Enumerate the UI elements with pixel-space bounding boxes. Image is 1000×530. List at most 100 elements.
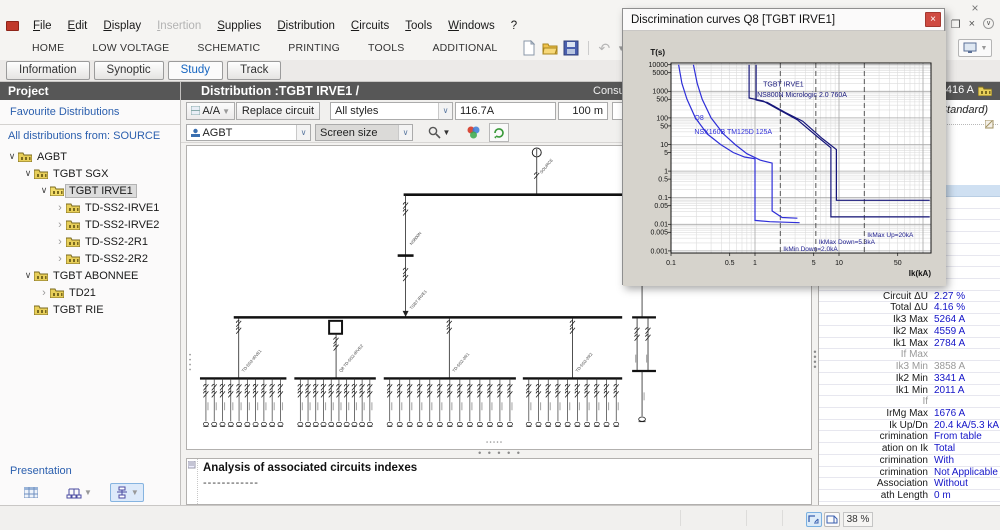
property-row[interactable]: Association Without: [819, 478, 1000, 490]
doc-restore-icon[interactable]: ❐: [951, 18, 961, 31]
refresh-button[interactable]: [489, 123, 509, 142]
tree-item-agbt[interactable]: ∨ AGBT: [0, 148, 180, 165]
svg-text:TD-SS2-2R1: TD-SS2-2R1: [451, 351, 471, 373]
collapse-icon[interactable]: ›: [54, 253, 66, 265]
property-row[interactable]: Ik2 Min 3341 A: [819, 373, 1000, 385]
fit-width-button[interactable]: [824, 512, 840, 527]
tree-item-td-ss2-irve2[interactable]: › TD-SS2-IRVE2: [0, 216, 180, 233]
tree-item-td21[interactable]: › TD21: [0, 284, 180, 301]
property-row[interactable]: Total ΔU 4.16 %: [819, 302, 1000, 315]
sidebar-title: Project: [0, 82, 180, 100]
menu-windows[interactable]: Windows: [440, 20, 503, 32]
property-row[interactable]: ation on Ik Total: [819, 443, 1000, 455]
tree-layout-button[interactable]: ▼: [66, 486, 92, 499]
tab-synoptic[interactable]: Synoptic: [93, 61, 164, 80]
tree-item-label: TD-SS2-2R2: [85, 252, 148, 265]
property-row[interactable]: crimination With: [819, 455, 1000, 467]
collapse-icon[interactable]: ›: [54, 202, 66, 214]
svg-text:10000: 10000: [649, 62, 669, 69]
menu-edit[interactable]: Edit: [60, 20, 96, 32]
tree-item-label: AGBT: [37, 150, 67, 163]
svg-text:IkMax Down=5.3kA: IkMax Down=5.3kA: [819, 239, 876, 246]
menu-file[interactable]: File: [25, 20, 60, 32]
property-row[interactable]: crimination Not Applicable: [819, 467, 1000, 479]
property-row[interactable]: Ik Up/Dn 20.4 kA/5.3 kA: [819, 420, 1000, 432]
folder-icon: [34, 168, 48, 179]
property-row[interactable]: Ik1 Min 2011 A: [819, 385, 1000, 397]
favourite-distributions-link[interactable]: Favourite Distributions: [0, 100, 180, 122]
menu-insertion[interactable]: Insertion: [149, 20, 209, 32]
property-value: 4559 A: [934, 325, 966, 337]
property-row[interactable]: If Max: [819, 349, 1000, 362]
ribbon-tab-home[interactable]: HOME: [18, 42, 78, 54]
property-row[interactable]: Ik2 Max 4559 A: [819, 326, 1000, 338]
horizontal-splitter[interactable]: • • • • •: [455, 449, 545, 458]
ribbon-tab-schematic[interactable]: SCHEMATIC: [183, 42, 274, 54]
menu-circuits[interactable]: Circuits: [343, 20, 397, 32]
doc-close-icon[interactable]: ×: [969, 18, 975, 31]
fit-page-button[interactable]: [806, 512, 822, 527]
collapse-icon[interactable]: ›: [54, 236, 66, 248]
tree-item-td-ss2-2r2[interactable]: › TD-SS2-2R2: [0, 250, 180, 267]
new-document-icon[interactable]: [521, 39, 537, 56]
menu-tools[interactable]: Tools: [397, 20, 440, 32]
tree-item-tgbt-abonnee[interactable]: ∨ TGBT ABONNEE: [0, 267, 180, 284]
expand-icon[interactable]: ∨: [22, 168, 34, 179]
window-close-icon[interactable]: ×: [966, 2, 984, 15]
menu-display[interactable]: Display: [95, 20, 149, 32]
property-row[interactable]: IrMg Max 1676 A: [819, 408, 1000, 420]
replace-circuit-button[interactable]: Replace circuit: [236, 102, 320, 120]
distribution-select[interactable]: AGBT ∨: [186, 124, 311, 141]
ribbon-tab-tools[interactable]: TOOLS: [354, 42, 418, 54]
aa-display-button[interactable]: A/A ▼: [186, 102, 235, 120]
tree-item-label: TGBT ABONNEE: [53, 269, 139, 282]
dialog-title-bar[interactable]: Discrimination curves Q8 [TGBT IRVE1] ×: [623, 9, 944, 31]
properties-corner-icon[interactable]: [984, 119, 994, 132]
tree-item-tgbt-irve1[interactable]: ∨ TGBT IRVE1: [0, 182, 180, 199]
undo-icon[interactable]: ↶: [598, 40, 610, 57]
table-view-button[interactable]: [24, 486, 38, 498]
ribbon-options-icon[interactable]: ∨: [983, 18, 994, 29]
property-row[interactable]: If: [819, 396, 1000, 408]
property-row[interactable]: ath Length 0 m: [819, 490, 1000, 502]
expand-icon[interactable]: ∨: [6, 151, 18, 162]
ribbon-tab-printing[interactable]: PRINTING: [274, 42, 354, 54]
menu-?[interactable]: ?: [503, 20, 525, 32]
tree-item-td-ss2-irve1[interactable]: › TD-SS2-IRVE1: [0, 199, 180, 216]
length-field[interactable]: 100 m: [558, 102, 608, 120]
expand-icon[interactable]: ∨: [22, 270, 34, 281]
property-row[interactable]: Ik3 Min 3858 A: [819, 361, 1000, 373]
tree-item-td-ss2-2r1[interactable]: › TD-SS2-2R1: [0, 233, 180, 250]
color-styles-button[interactable]: [462, 123, 484, 142]
property-label: Ik2 Max: [892, 325, 928, 337]
distributions-scope-link[interactable]: All distributions from: SOURCE: [0, 127, 180, 146]
save-icon[interactable]: [563, 40, 579, 56]
tree-item-tgbt-rie[interactable]: TGBT RIE: [0, 301, 180, 318]
schematic-layout-button[interactable]: ▼: [109, 482, 144, 502]
zoom-tool-button[interactable]: ▼: [424, 124, 454, 141]
property-row[interactable]: Ik1 Max 2784 A: [819, 338, 1000, 350]
tab-study[interactable]: Study: [167, 61, 224, 80]
display-mode-button[interactable]: ▼: [958, 39, 992, 57]
screen-size-select[interactable]: Screen size ∨: [315, 124, 413, 141]
open-folder-icon[interactable]: [542, 40, 559, 56]
tree-item-tgbt-sgx[interactable]: ∨ TGBT SGX: [0, 165, 180, 182]
current-field[interactable]: 116.7A: [455, 102, 556, 120]
ribbon-tab-additional[interactable]: ADDITIONAL: [418, 42, 511, 54]
property-label: Ik1 Min: [895, 384, 928, 396]
property-row[interactable]: Ik3 Max 5264 A: [819, 314, 1000, 326]
collapse-icon[interactable]: ›: [38, 287, 50, 299]
property-row[interactable]: Circuit ΔU 2.27 %: [819, 291, 1000, 303]
styles-select[interactable]: All styles ∨: [330, 102, 453, 120]
expand-icon[interactable]: ∨: [38, 185, 50, 196]
property-row[interactable]: crimination From table: [819, 431, 1000, 444]
property-value: With: [934, 454, 954, 466]
svg-text:0.01: 0.01: [654, 222, 668, 229]
dialog-close-button[interactable]: ×: [925, 12, 941, 27]
tab-information[interactable]: Information: [6, 61, 90, 80]
menu-supplies[interactable]: Supplies: [209, 20, 269, 32]
menu-distribution[interactable]: Distribution: [269, 20, 343, 32]
collapse-icon[interactable]: ›: [54, 219, 66, 231]
ribbon-tab-low-voltage[interactable]: LOW VOLTAGE: [78, 42, 183, 54]
tab-track[interactable]: Track: [227, 61, 282, 80]
